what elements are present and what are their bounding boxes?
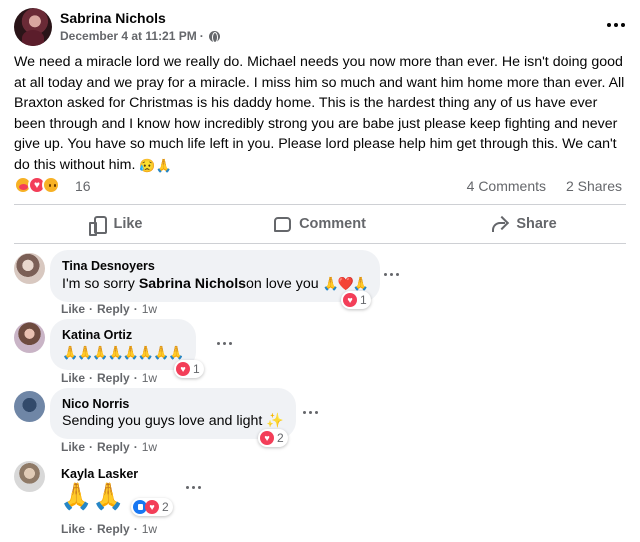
comment-more-options-icon[interactable] [183, 480, 203, 494]
share-arrow-icon [491, 217, 508, 232]
share-button-label: Share [516, 216, 557, 232]
comment-text: 🙏🙏🙏🙏🙏🙏🙏🙏 [62, 345, 184, 360]
post-body-text: We need a miracle lord we really do. Mic… [14, 54, 625, 173]
shares-count-link[interactable]: 2 Shares [566, 178, 622, 194]
comment-bubble-icon [274, 216, 292, 232]
love-reaction-icon [176, 362, 190, 376]
comment-actions: Like · Reply · 1w [61, 440, 157, 454]
comment-emojis: 🙏❤️🙏 [322, 276, 370, 291]
comment-bubble: Tina Desnoyers I'm so sorry Sabrina Nich… [50, 250, 381, 302]
comment-more-options-icon[interactable] [300, 405, 320, 419]
comment-text: 🙏🙏 [60, 481, 125, 511]
meta-separator: · [199, 29, 204, 43]
share-button[interactable]: Share [422, 205, 626, 243]
meta-dot: · [89, 522, 94, 536]
comment-like-link[interactable]: Like [61, 302, 85, 316]
thumbs-up-icon [89, 216, 108, 236]
post-text: We need a miracle lord we really do. Mic… [14, 52, 626, 175]
comment-reaction-count: 1 [193, 362, 200, 376]
reaction-summary-bar: 16 4 Comments 2 Shares [14, 174, 626, 196]
meta-dot: · [133, 302, 138, 316]
meta-dot: · [89, 440, 94, 454]
comment-time[interactable]: 1w [142, 371, 157, 385]
love-reaction-icon [343, 293, 357, 307]
comment-like-link[interactable]: Like [61, 371, 85, 385]
comment-button-label: Comment [299, 216, 366, 232]
comment-button[interactable]: Comment [218, 205, 422, 243]
meta-dot: · [89, 371, 94, 385]
comment-like-link[interactable]: Like [61, 522, 85, 536]
comment-item: Tina Desnoyers I'm so sorry Sabrina Nich… [14, 250, 626, 316]
author-avatar[interactable] [14, 8, 52, 46]
reaction-count[interactable]: 16 [75, 178, 91, 194]
comments-count-link[interactable]: 4 Comments [467, 178, 546, 194]
commenter-name[interactable]: Katina Ortiz [62, 327, 184, 343]
commenter-avatar[interactable] [14, 391, 45, 422]
sad-reaction-icon [42, 176, 60, 194]
like-button-label: Like [113, 216, 143, 232]
comment-item: Katina Ortiz 🙏🙏🙏🙏🙏🙏🙏🙏 1 Like · Reply · 1… [14, 319, 626, 385]
commenter-name[interactable]: Tina Desnoyers [62, 258, 368, 274]
comment-reply-link[interactable]: Reply [97, 371, 130, 385]
commenter-name[interactable]: Nico Norris [62, 396, 284, 412]
comment-actions: Like · Reply · 1w [61, 302, 157, 316]
post-timestamp[interactable]: December 4 at 11:21 PM [60, 29, 197, 43]
commenter-avatar[interactable] [14, 461, 45, 492]
comment-reaction-badge[interactable]: 1 [341, 291, 371, 309]
commenter-avatar[interactable] [14, 253, 45, 284]
comment-like-link[interactable]: Like [61, 440, 85, 454]
globe-icon [208, 30, 220, 43]
comment-reaction-badge[interactable]: 2 [258, 429, 288, 447]
comment-text: Sending you guys love and light ✨ [62, 413, 284, 429]
comment-time[interactable]: 1w [142, 440, 157, 454]
comment-actions: Like · Reply · 1w [61, 371, 157, 385]
sparkle-emoji: ✨ [266, 413, 284, 429]
comment-reaction-count: 2 [277, 431, 284, 445]
meta-dot: · [89, 302, 94, 316]
comment-more-options-icon[interactable] [381, 267, 401, 281]
post-action-row: Like Comment Share [14, 205, 626, 243]
comment-actions: Like · Reply · 1w [61, 522, 157, 536]
love-reaction-icon [260, 431, 274, 445]
comment-more-options-icon[interactable] [214, 336, 234, 350]
author-name[interactable]: Sabrina Nichols [60, 10, 166, 26]
comment-text: I'm so sorry Sabrina Nicholson love you … [62, 276, 370, 292]
post-meta: December 4 at 11:21 PM · [60, 29, 220, 43]
comment-item: Nico Norris Sending you guys love and li… [14, 388, 626, 454]
comment-reaction-count: 2 [162, 500, 169, 514]
meta-dot: · [133, 522, 138, 536]
comment-reply-link[interactable]: Reply [97, 302, 130, 316]
reaction-icons[interactable] [14, 176, 60, 194]
comment-time[interactable]: 1w [142, 302, 157, 316]
post-more-options-icon[interactable] [606, 18, 626, 32]
like-button[interactable]: Like [14, 205, 218, 243]
commenter-avatar[interactable] [14, 322, 45, 353]
post-emojis: 😥🙏 [139, 157, 172, 173]
comment-reaction-count: 1 [360, 293, 367, 307]
comment-item: Kayla Lasker 🙏🙏 2 Like · Reply · 1w [14, 458, 626, 540]
comment-time[interactable]: 1w [142, 522, 157, 536]
comment-reply-link[interactable]: Reply [97, 440, 130, 454]
post-header: Sabrina Nichols December 4 at 11:21 PM · [14, 8, 626, 48]
love-reaction-icon [145, 500, 159, 514]
comment-reply-link[interactable]: Reply [97, 522, 130, 536]
meta-dot: · [133, 440, 138, 454]
comment-bubble: Katina Ortiz 🙏🙏🙏🙏🙏🙏🙏🙏 [50, 319, 196, 370]
divider [14, 243, 626, 244]
comment-reaction-badge[interactable]: 2 [131, 498, 173, 516]
mention-link[interactable]: Sabrina Nichols [139, 276, 246, 292]
comment-reaction-badge[interactable]: 1 [174, 360, 204, 378]
meta-dot: · [133, 371, 138, 385]
